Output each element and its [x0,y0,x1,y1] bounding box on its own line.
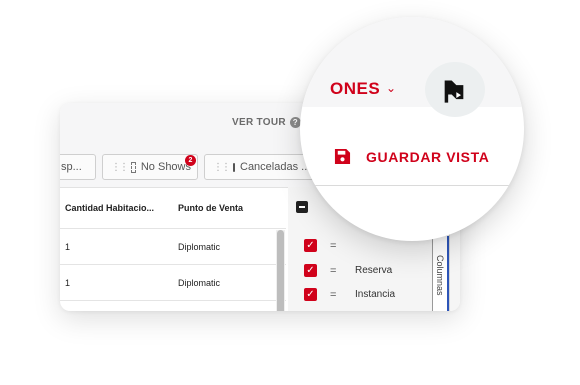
filter-chip-canceladas[interactable]: ⋮⋮ Canceladas ... [204,154,316,180]
column-option-label: Reserva [355,265,393,276]
calendar-icon [233,162,235,172]
table-cell: 1 [65,242,71,252]
table-divider [60,300,286,301]
save-icon [334,148,351,165]
zoom-magnifier: ONES ⌄ GUARDAR VISTA nes [300,17,524,241]
table-scrollbar-thumb[interactable] [277,230,284,311]
column-checkbox[interactable]: ✓ [304,288,317,301]
table-cell: 1 [65,278,71,288]
dashed-square-icon [131,161,136,173]
chevron-down-icon[interactable]: ⌄ [386,81,396,95]
ver-tour-button[interactable]: VER TOUR ? [232,117,301,128]
filter-chip-no-shows[interactable]: ⋮⋮ No Shows [102,154,198,180]
drag-handle-icon[interactable]: = [330,290,336,301]
no-shows-count-badge: 2 [185,155,196,166]
column-header-cantidad[interactable]: Cantidad Habitacio... [65,203,154,213]
filter-chip-partial[interactable]: sp... [60,154,96,180]
drag-handle-icon[interactable]: = [330,266,336,277]
select-all-toggle[interactable] [296,201,308,213]
filter-chip-label: No Shows [140,161,191,173]
table-cell: Diplomatic [178,278,221,288]
magnifier-divider [300,185,524,186]
table-divider [60,228,286,229]
filter-chip-label: Canceladas ... [240,161,311,173]
drag-handle-icon: ⋮⋮ [111,161,129,173]
column-option-label: Instancia [355,289,396,300]
drag-handle-icon[interactable]: = [330,241,336,252]
column-checkbox[interactable]: ✓ [304,264,317,277]
drag-handle-icon: ⋮⋮ [213,161,231,173]
column-header-punto-venta[interactable]: Punto de Venta [178,203,243,213]
columnas-tab-label: Columnas [435,254,445,296]
guardar-vista-button[interactable]: GUARDAR VISTA [366,149,489,165]
table-divider [60,264,286,265]
table-cell: Diplomatic [178,242,221,252]
flag-icon [444,80,464,103]
column-checkbox[interactable]: ✓ [304,239,317,252]
options-panel-title: nes [314,217,342,234]
opciones-dropdown-label[interactable]: ONES [330,79,380,99]
ver-tour-label: VER TOUR [232,117,286,128]
filter-chip-label: sp... [61,161,82,173]
